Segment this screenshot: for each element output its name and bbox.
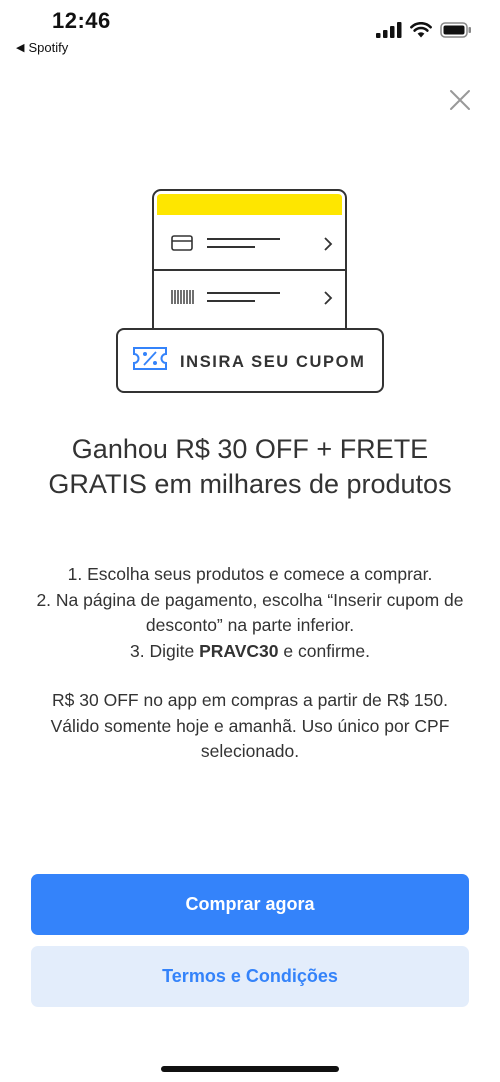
- promo-conditions-note: R$ 30 OFF no app em compras a partir de …: [50, 690, 450, 761]
- coupon-label: INSIRA SEU CUPOM: [180, 353, 365, 371]
- back-app-label: Spotify: [28, 40, 69, 55]
- illustration-yellow-band: [157, 194, 342, 215]
- terms-button[interactable]: Termos e Condições: [31, 946, 469, 1007]
- home-indicator[interactable]: [161, 1066, 339, 1072]
- status-bar: 12:46 ◀ Spotify: [0, 0, 500, 60]
- coupon-illustration: INSIRA SEU CUPOM: [115, 188, 385, 396]
- close-button[interactable]: [446, 86, 474, 114]
- step-3: 3. Digite PRAVC30 e confirme.: [30, 639, 470, 665]
- back-arrow-icon: ◀: [16, 42, 25, 54]
- promo-headline: Ganhou R$ 30 OFF + FRETE GRATIS em milha…: [48, 434, 452, 499]
- status-icons: [376, 22, 472, 38]
- step-3-suffix: e confirme.: [278, 640, 370, 661]
- back-to-app-link[interactable]: ◀ Spotify: [16, 40, 68, 55]
- coupon-code: PRAVC30: [199, 640, 279, 661]
- wifi-icon: [410, 22, 432, 38]
- promo-steps: 1. Escolha seus produtos e comece a comp…: [30, 562, 470, 664]
- status-time: 12:46: [52, 8, 111, 33]
- battery-icon: [440, 22, 471, 38]
- step-3-prefix: 3. Digite: [130, 640, 200, 661]
- step-2: 2. Na página de pagamento, escolha “Inse…: [36, 589, 464, 636]
- cellular-signal-icon: [376, 22, 402, 38]
- checkout-card-illustration: INSIRA SEU CUPOM: [116, 189, 384, 393]
- buy-now-button[interactable]: Comprar agora: [31, 874, 469, 935]
- step-1: 1. Escolha seus produtos e comece a comp…: [67, 564, 433, 584]
- close-icon: [450, 90, 470, 110]
